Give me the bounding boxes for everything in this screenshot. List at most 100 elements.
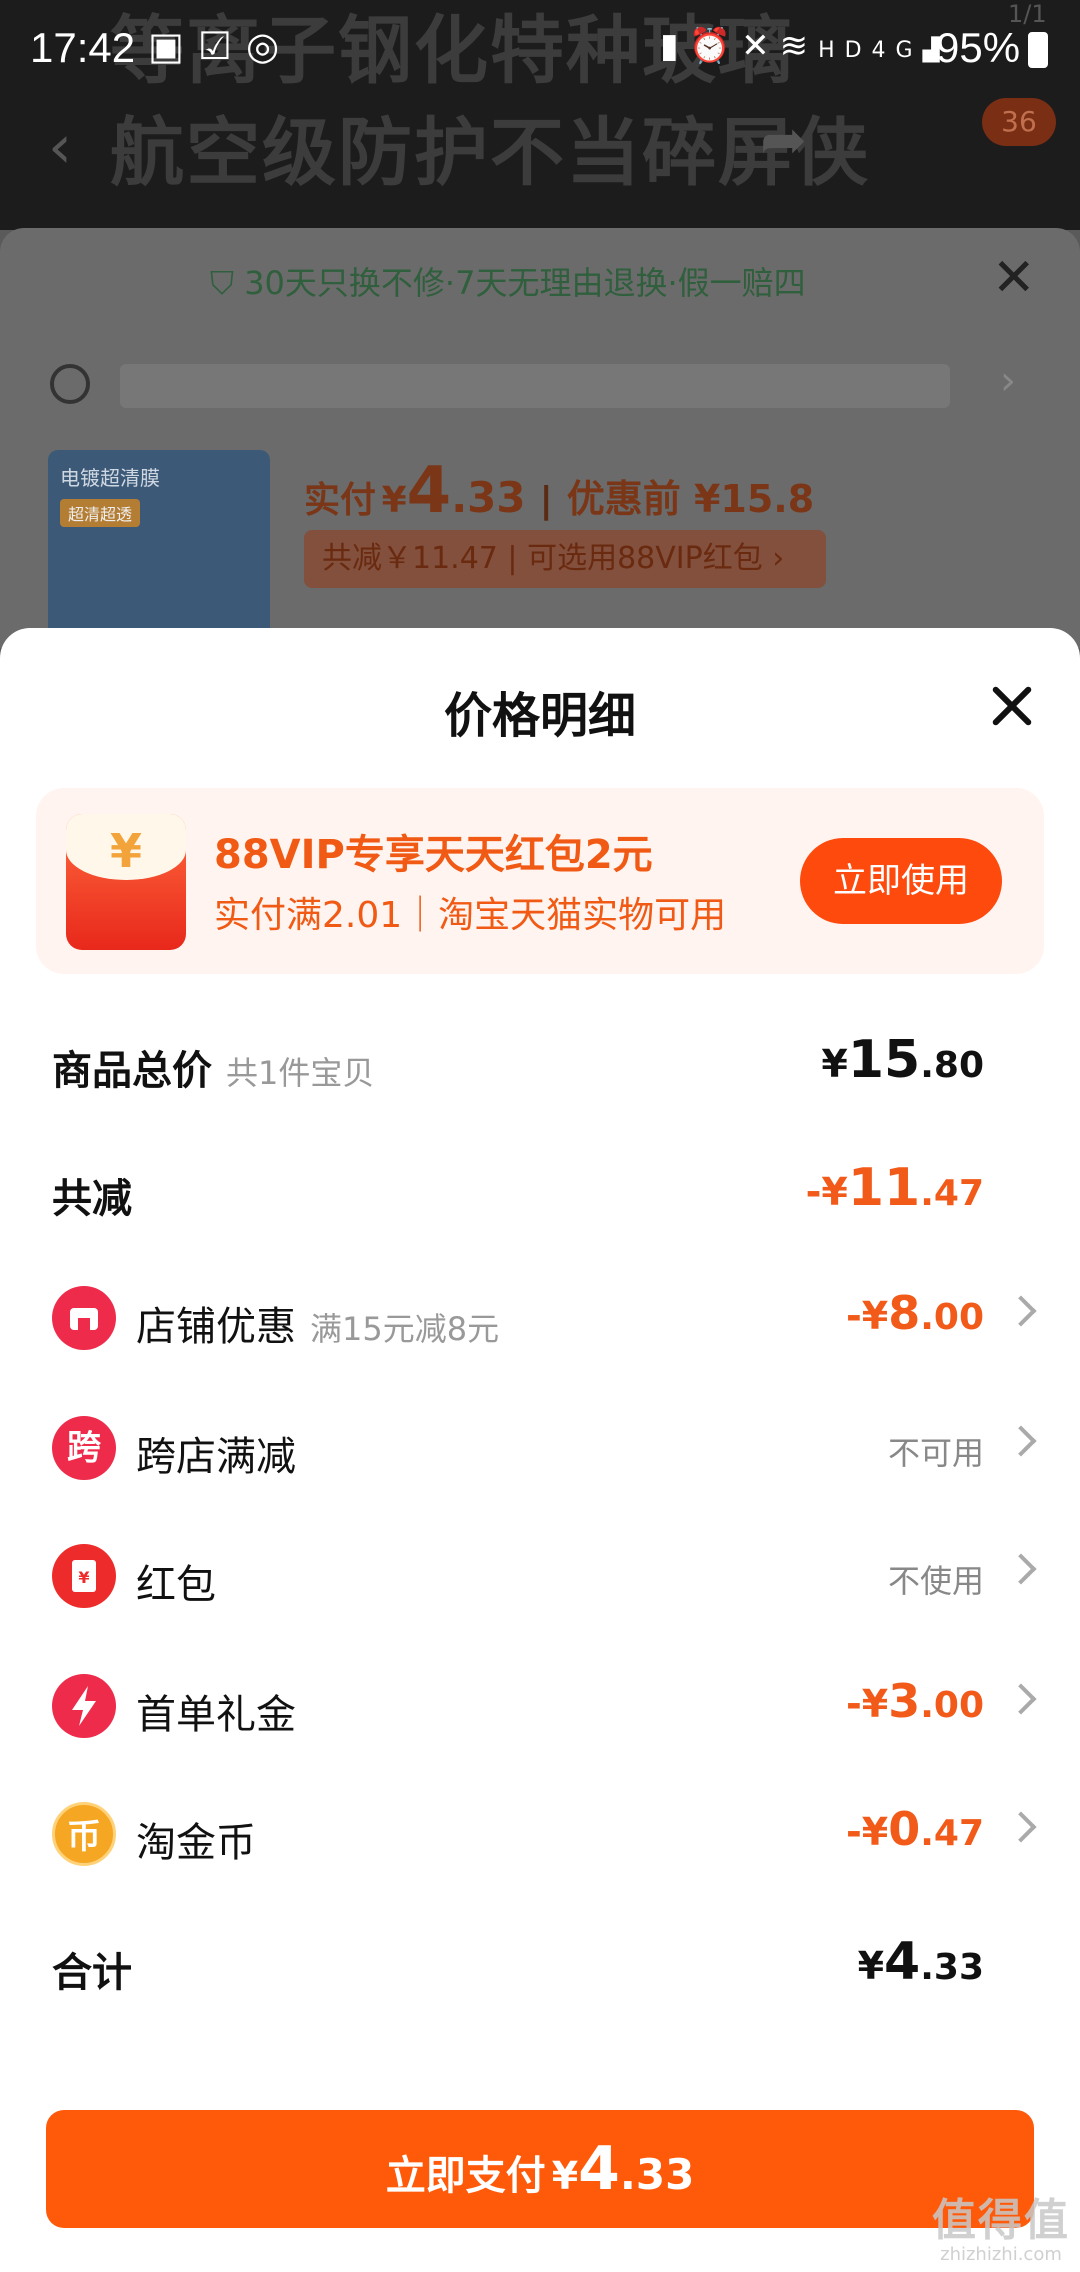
amount-dec: .00 — [920, 1685, 984, 1726]
watermark-text: 值得值 — [932, 2195, 1070, 2246]
battery-percent: 95% — [936, 24, 1021, 71]
red-envelope-icon: ¥ — [66, 814, 186, 950]
amount-int: 4 — [884, 1932, 921, 1992]
store-discount-row[interactable]: 店铺优惠 满15元减8元 -¥8.00 — [0, 1266, 1080, 1366]
pay-button-int: 4 — [578, 2134, 620, 2204]
amount-sign: ¥ — [857, 1944, 885, 1988]
store-discount-amount: -¥8.00 — [846, 1286, 984, 1340]
guarantee-label: 30天只换不修·7天无理由退换·假一赔四 — [244, 264, 806, 302]
shield-icon: ⛉ — [210, 264, 245, 302]
pay-now-button[interactable]: 立即支付 ¥4.33 — [46, 2110, 1034, 2228]
first-order-gift-row[interactable]: 首单礼金 -¥3.00 — [0, 1654, 1080, 1754]
network-label: 4G — [871, 38, 923, 63]
share-icon[interactable]: ➦ — [760, 108, 847, 173]
gold-coin-label: 淘金币 — [136, 1820, 256, 1866]
promo-subtitle: 实付满2.01｜淘宝天猫实物可用 — [214, 895, 727, 936]
red-envelope-row[interactable]: ¥ 红包 不使用 — [0, 1524, 1080, 1624]
amount-int: 8 — [888, 1286, 921, 1340]
store-name-blurred — [120, 364, 950, 408]
status-time: 17:42 — [30, 24, 136, 71]
close-icon[interactable]: ✕ — [992, 248, 1036, 308]
pay-button-currency: ¥ — [551, 2154, 579, 2198]
red-envelope-icon: ¥ — [52, 1544, 116, 1608]
store-discount-text: 店铺优惠 — [136, 1304, 296, 1350]
amount-dec: .33 — [920, 1947, 984, 1988]
store-discount-rule: 满15元减8元 — [310, 1310, 500, 1348]
amount-sign: -¥ — [845, 1682, 889, 1726]
envelope-yen: ¥ — [109, 824, 142, 878]
actual-price: 实付 ¥4.33 | 优惠前 ¥15.8 — [304, 454, 814, 528]
pay-button-label: 立即支付 — [385, 2153, 546, 2199]
savings-banner[interactable]: 共减￥11.47 | 可选用88VIP红包 › — [304, 530, 826, 588]
gold-coin-icon: 币 — [52, 1802, 116, 1866]
gold-coin-row[interactable]: 币 淘金币 -¥0.47 — [0, 1782, 1080, 1882]
chevron-right-icon — [1005, 1425, 1037, 1457]
amount-int: 11 — [847, 1158, 921, 1218]
store-icon — [52, 1286, 116, 1350]
amount-sign: ¥ — [821, 1042, 848, 1086]
wifi-icon: ≋ — [779, 26, 819, 66]
total-discount-amount: -¥11.47 — [806, 1158, 984, 1218]
battery-icon — [1028, 32, 1048, 68]
store-discount-label: 店铺优惠 满15元减8元 — [136, 1294, 499, 1352]
cross-store-discount-label: 跨店满减 — [136, 1434, 296, 1480]
alarm-icon: ⏰ — [688, 26, 742, 66]
lightning-icon-svg — [72, 1686, 96, 1726]
check-icon: ☑ — [197, 24, 246, 68]
thumbnail-title: 电镀超清膜 — [60, 466, 160, 490]
cross-store-discount-row[interactable]: 跨 跨店满减 不可用 — [0, 1396, 1080, 1496]
banner-line-2: 航空级防护不当碎屏侠 — [110, 110, 870, 196]
total-discount-row: 共减 -¥11.47 — [0, 1138, 1080, 1238]
total-price-text: 商品总价 — [52, 1048, 212, 1094]
before-discount-price: 优惠前 ¥15.8 — [566, 477, 815, 521]
status-bar: 17:42 ▣☑◎ ▮⏰✕≋HD4G▟ 95% — [0, 0, 1080, 100]
site-watermark: 值得值 zhizhizhi.com — [926, 2184, 1076, 2265]
store-row[interactable]: › — [50, 358, 1030, 408]
cart-badge[interactable]: 36 — [982, 98, 1056, 146]
notification-icons: ▣☑◎ — [148, 24, 293, 68]
amount-dec: .47 — [920, 1173, 984, 1214]
product-thumbnail[interactable]: 电镀超清膜 超清超透 — [48, 450, 270, 648]
battery-saver-icon: ▮ — [660, 26, 689, 66]
subtotal-row: 合计 ¥4.33 — [0, 1912, 1080, 2012]
store-avatar — [50, 364, 90, 404]
actual-price-label: 实付 — [304, 480, 377, 521]
total-price-row: 商品总价 共1件宝贝 ¥15.80 — [0, 1010, 1080, 1110]
chevron-right-icon: › — [1000, 358, 1016, 404]
amount-int: 0 — [888, 1802, 921, 1856]
chevron-right-icon — [1005, 1553, 1037, 1585]
amount-int: 15 — [847, 1030, 921, 1090]
close-icon[interactable] — [984, 678, 1040, 734]
actual-price-dec: .33 — [451, 473, 526, 522]
back-icon[interactable]: ‹ — [48, 112, 72, 182]
lightning-icon — [52, 1674, 116, 1738]
svg-text:¥: ¥ — [78, 1568, 89, 1587]
mute-icon: ✕ — [741, 26, 780, 66]
use-now-button[interactable]: 立即使用 — [800, 838, 1002, 924]
amount-sign: -¥ — [805, 1170, 848, 1214]
pay-button-dec: .33 — [619, 2150, 695, 2199]
watermark-url: zhizhizhi.com — [940, 2244, 1062, 2265]
chevron-right-icon — [1005, 1295, 1037, 1327]
gold-coin-amount: -¥0.47 — [846, 1802, 984, 1856]
image-icon: ▣ — [148, 24, 198, 68]
red-envelope-status: 不使用 — [887, 1562, 984, 1600]
order-summary-sheet: ⛉ 30天只换不修·7天无理由退换·假一赔四 ✕ › 电镀超清膜 超清超透 实付… — [0, 228, 1080, 648]
amount-dec: .47 — [920, 1813, 984, 1854]
total-discount-label: 共减 — [52, 1176, 132, 1222]
amount-sign: -¥ — [845, 1294, 889, 1338]
hd-icon: HD — [818, 38, 872, 63]
actual-price-currency: ¥ — [381, 480, 407, 521]
amount-dec: .80 — [920, 1045, 984, 1086]
actual-price-int: 4 — [406, 454, 452, 528]
subtotal-label: 合计 — [52, 1950, 132, 1996]
thumbnail-tag: 超清超透 — [60, 499, 141, 527]
store-icon-svg — [70, 1308, 98, 1330]
total-price-amount: ¥15.80 — [821, 1030, 984, 1090]
amount-int: 3 — [888, 1674, 921, 1728]
vip-promo-card: ¥ 88VIP专享天天红包2元 实付满2.01｜淘宝天猫实物可用 立即使用 — [36, 788, 1044, 974]
red-envelope-icon-svg: ¥ — [72, 1560, 96, 1592]
item-count: 共1件宝贝 — [226, 1054, 375, 1092]
divider: | — [539, 480, 553, 521]
promo-title: 88VIP专享天天红包2元 — [214, 832, 653, 878]
